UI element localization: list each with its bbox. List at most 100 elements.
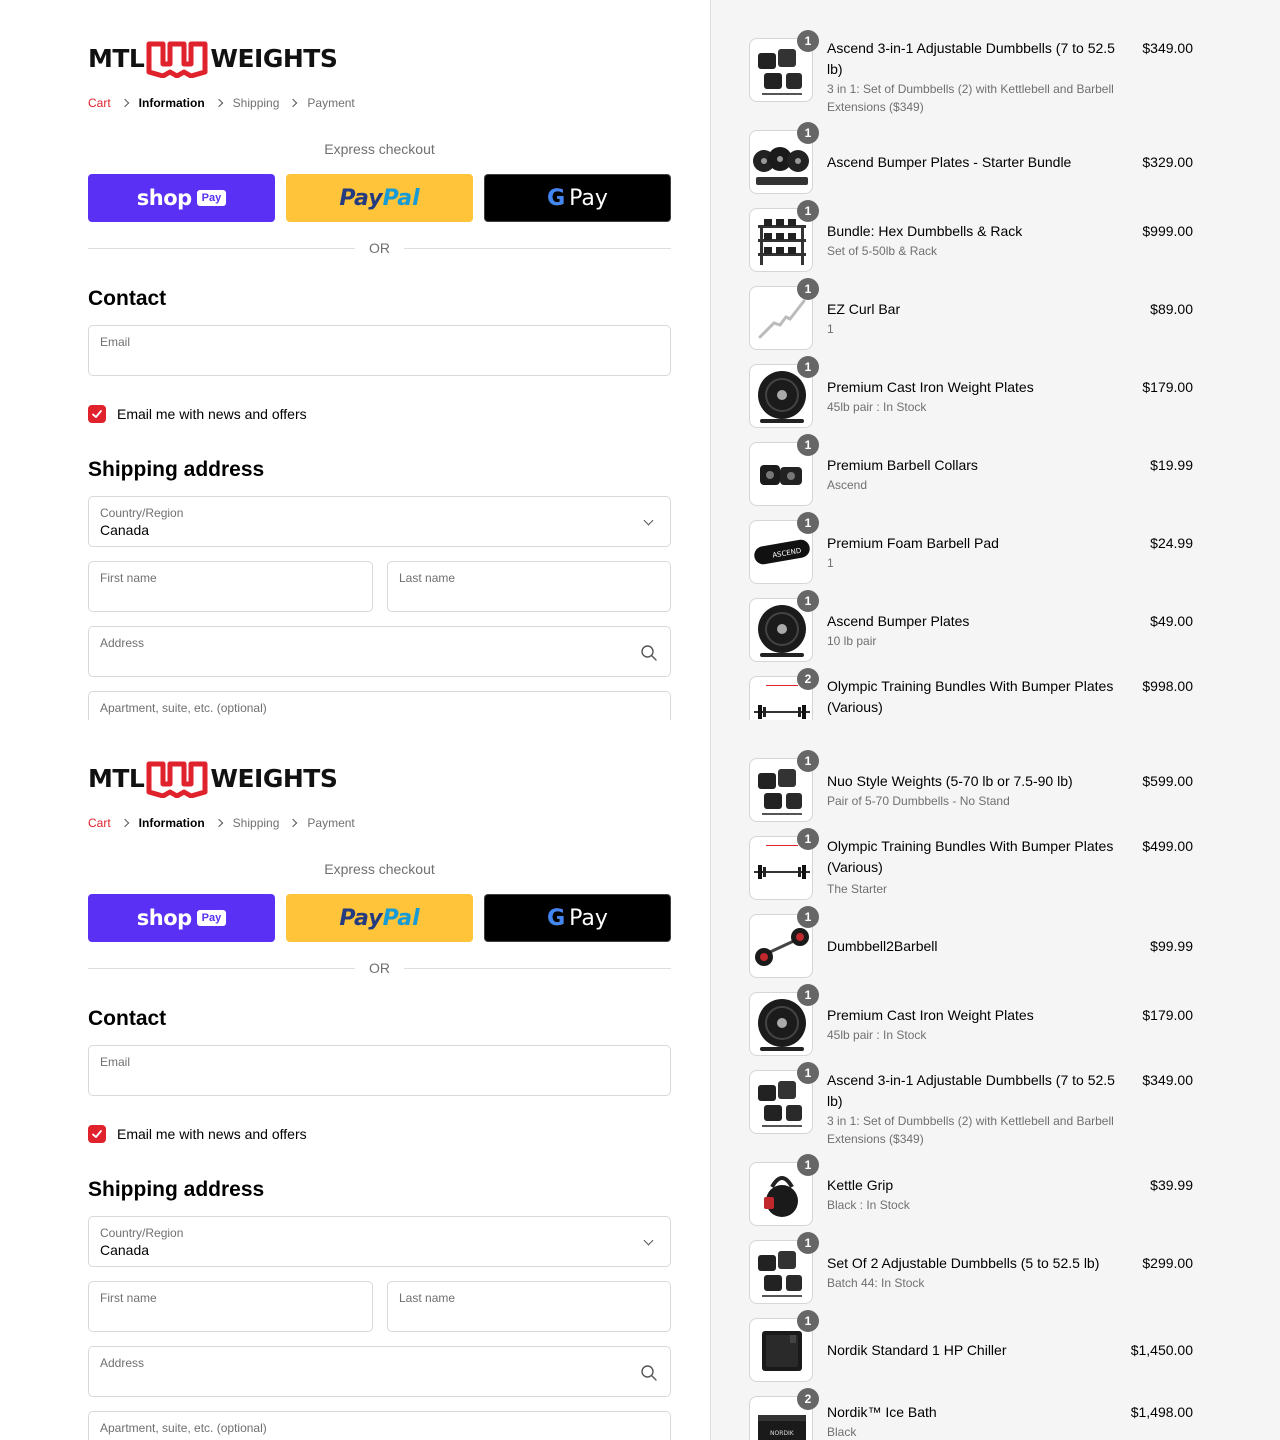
- email-label: Email: [100, 335, 131, 349]
- or-label: OR: [369, 960, 390, 976]
- google-pay-wordmark: Pay: [569, 185, 608, 211]
- or-divider: OR: [88, 960, 671, 976]
- item-name: Premium Cast Iron Weight Plates: [827, 379, 1034, 395]
- checkmark-icon: [92, 410, 102, 418]
- chevron-right-icon: [120, 818, 129, 828]
- address-field[interactable]: Address: [88, 1346, 671, 1397]
- item-price: $179.00: [1142, 1007, 1193, 1023]
- google-pay-wordmark: Pay: [569, 905, 608, 931]
- quantity-badge: 1: [797, 30, 819, 52]
- shop-pay-button[interactable]: shop Pay: [88, 894, 275, 942]
- item-name: Premium Cast Iron Weight Plates: [827, 1007, 1034, 1023]
- contact-heading: Contact: [88, 1007, 167, 1030]
- quantity-badge: 1: [797, 1154, 819, 1176]
- quantity-badge: 1: [797, 590, 819, 612]
- country-value: Canada: [100, 1242, 150, 1258]
- quantity-badge: 1: [797, 750, 819, 772]
- quantity-badge: 1: [797, 1310, 819, 1332]
- item-price: $39.99: [1150, 1177, 1193, 1193]
- address-field[interactable]: Address: [88, 626, 671, 677]
- breadcrumb-cart[interactable]: Cart: [88, 816, 111, 830]
- quantity-badge: 1: [797, 356, 819, 378]
- store-logo[interactable]: MTL WEIGHTS: [88, 38, 338, 78]
- chevron-right-icon: [289, 818, 298, 828]
- item-price: $179.00: [1142, 379, 1193, 395]
- item-variant: 45lb pair : In Stock: [827, 400, 927, 414]
- last-name-field[interactable]: Last name: [387, 561, 671, 612]
- breadcrumb-payment: Payment: [307, 96, 355, 110]
- google-pay-button[interactable]: G Pay: [484, 174, 671, 222]
- item-price: $998.00: [1142, 678, 1193, 694]
- quantity-badge: 1: [797, 906, 819, 928]
- store-logo[interactable]: MTL WEIGHTS: [88, 758, 338, 798]
- apartment-field[interactable]: Apartment, suite, etc. (optional): [88, 1411, 671, 1440]
- item-variant: Black: [827, 1425, 857, 1439]
- breadcrumb: Cart Information Shipping Payment: [88, 96, 355, 110]
- first-name-label: First name: [100, 1291, 157, 1305]
- quantity-badge: 1: [797, 434, 819, 456]
- newsletter-option[interactable]: Email me with news and offers: [88, 405, 307, 423]
- country-select[interactable]: Country/Region Canada: [88, 496, 671, 547]
- paypal-button[interactable]: PayPal: [286, 894, 473, 942]
- shop-pay-button[interactable]: shop Pay: [88, 174, 275, 222]
- quantity-badge: 2: [797, 668, 819, 690]
- item-name: Premium Foam Barbell Pad: [827, 535, 999, 551]
- newsletter-checkbox[interactable]: [88, 1125, 106, 1143]
- item-variant: 10 lb pair: [827, 634, 877, 648]
- last-name-field[interactable]: Last name: [387, 1281, 671, 1332]
- chevron-down-icon: [643, 515, 654, 526]
- apartment-label: Apartment, suite, etc. (optional): [100, 1421, 267, 1435]
- item-price: $24.99: [1150, 535, 1193, 551]
- address-label: Address: [100, 636, 145, 650]
- item-price: $999.00: [1142, 223, 1193, 239]
- item-variant: 1: [827, 322, 834, 336]
- express-checkout-title: Express checkout: [324, 861, 435, 877]
- order-summary-panel: 1 Nuo Style Weights (5-70 lb or 7.5-90 lb…: [710, 720, 1280, 1440]
- order-summary-panel: 1 Ascend 3-in-1 Adjustable Dumbbells (7 t…: [710, 0, 1280, 720]
- item-variant: Pair of 5-70 Dumbbells - No Stand: [827, 794, 1010, 808]
- first-name-field[interactable]: First name: [88, 561, 373, 612]
- apartment-field[interactable]: Apartment, suite, etc. (optional): [88, 691, 671, 720]
- item-variant: Ascend: [827, 478, 868, 492]
- checkout-form-panel: MTL WEIGHTS Cart Information Shipping Pa…: [0, 0, 710, 720]
- first-name-field[interactable]: First name: [88, 1281, 373, 1332]
- item-name: Olympic Training Bundles With Bumper Pla…: [827, 678, 1114, 715]
- chevron-right-icon: [214, 98, 223, 108]
- item-name: Ascend 3-in-1 Adjustable Dumbbells (7 to…: [827, 1072, 1115, 1109]
- item-name: Dumbbell2Barbell: [827, 938, 938, 954]
- paypal-wordmark: PayPal: [339, 905, 420, 931]
- breadcrumb-shipping: Shipping: [232, 96, 280, 110]
- checkmark-icon: [92, 1130, 102, 1138]
- item-price: $1,450.00: [1130, 1342, 1193, 1358]
- breadcrumb-information: Information: [138, 816, 205, 830]
- quantity-badge: 1: [797, 278, 819, 300]
- google-pay-button[interactable]: G Pay: [484, 894, 671, 942]
- newsletter-checkbox[interactable]: [88, 405, 106, 423]
- item-name: Nordik Standard 1 HP Chiller: [827, 1342, 1007, 1358]
- breadcrumb-cart[interactable]: Cart: [88, 96, 111, 110]
- newsletter-label: Email me with news and offers: [117, 406, 307, 422]
- item-variant: Batch 44: In Stock: [827, 1276, 925, 1290]
- shipping-address-heading: Shipping address: [88, 458, 265, 481]
- item-variant: 45lb pair : In Stock: [827, 1028, 927, 1042]
- logo-text-right: WEIGHTS: [210, 763, 338, 793]
- item-price: $599.00: [1142, 773, 1193, 789]
- paypal-button[interactable]: PayPal: [286, 174, 473, 222]
- google-g-icon: G: [547, 905, 566, 931]
- chevron-right-icon: [214, 818, 223, 828]
- country-value: Canada: [100, 522, 150, 538]
- item-price: $329.00: [1142, 154, 1193, 170]
- breadcrumb-information: Information: [138, 96, 205, 110]
- item-name: Bundle: Hex Dumbbells & Rack: [827, 223, 1023, 239]
- quantity-badge: 1: [797, 1232, 819, 1254]
- breadcrumb-payment: Payment: [307, 816, 355, 830]
- email-field[interactable]: Email: [88, 325, 671, 376]
- email-field[interactable]: Email: [88, 1045, 671, 1096]
- quantity-badge: 1: [797, 828, 819, 850]
- country-select[interactable]: Country/Region Canada: [88, 1216, 671, 1267]
- quantity-badge: 2: [797, 1388, 819, 1410]
- checkout-form-panel: MTL WEIGHTS Cart Information Shipping Pa…: [0, 720, 710, 1440]
- logo-text-left: MTL: [88, 763, 145, 793]
- search-icon: [641, 1365, 657, 1381]
- newsletter-option[interactable]: Email me with news and offers: [88, 1125, 307, 1143]
